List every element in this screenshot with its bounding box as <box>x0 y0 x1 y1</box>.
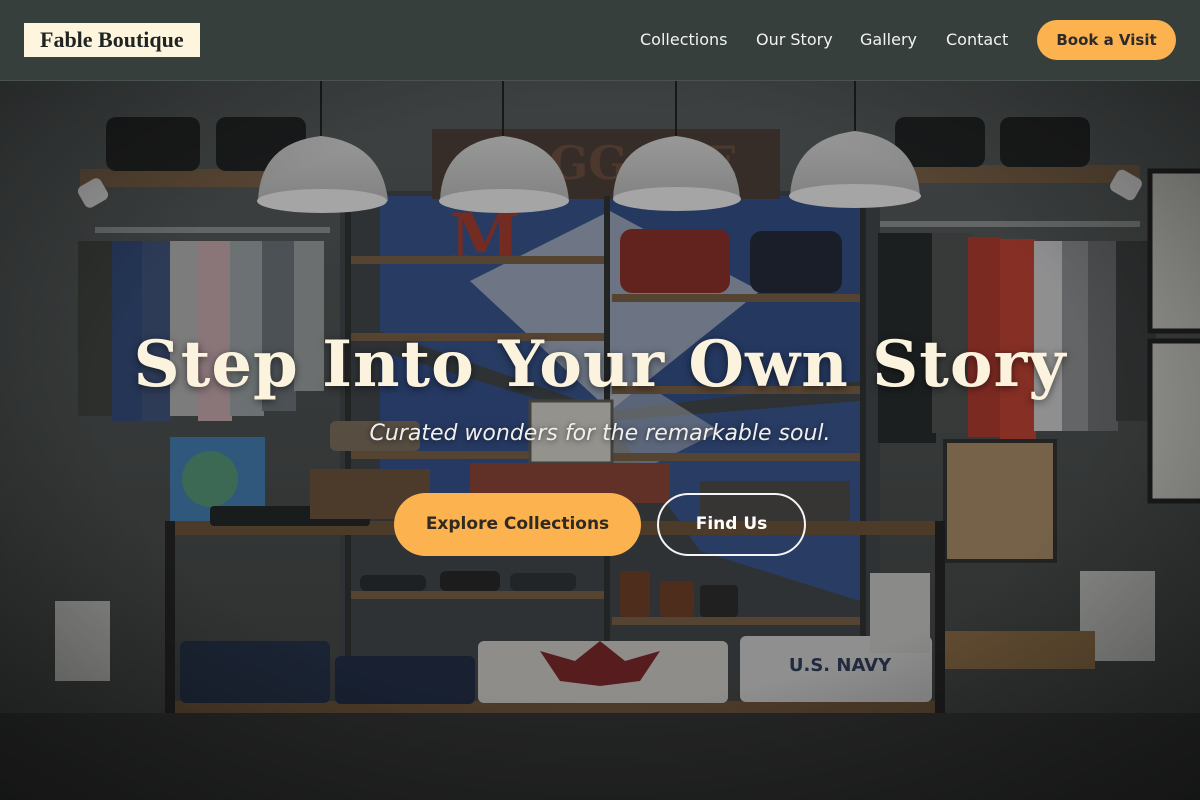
nav-link-collections[interactable]: Collections <box>640 29 727 51</box>
site-header: Fable Boutique Collections Our Story Gal… <box>0 0 1200 81</box>
nav-link-gallery[interactable]: Gallery <box>860 29 917 51</box>
nav-link-contact[interactable]: Contact <box>946 29 1008 51</box>
find-us-button[interactable]: Find Us <box>657 493 806 556</box>
nav-link-our-story[interactable]: Our Story <box>756 29 833 51</box>
hero-section: BAGGAGE M <box>0 81 1200 800</box>
hero-title: Step Into Your Own Story <box>133 327 1067 402</box>
explore-collections-button[interactable]: Explore Collections <box>394 493 641 556</box>
hero-tagline: Curated wonders for the remarkable soul. <box>369 421 831 446</box>
book-visit-button[interactable]: Book a Visit <box>1037 20 1176 60</box>
main-nav: Collections Our Story Gallery Contact <box>0 0 1200 80</box>
